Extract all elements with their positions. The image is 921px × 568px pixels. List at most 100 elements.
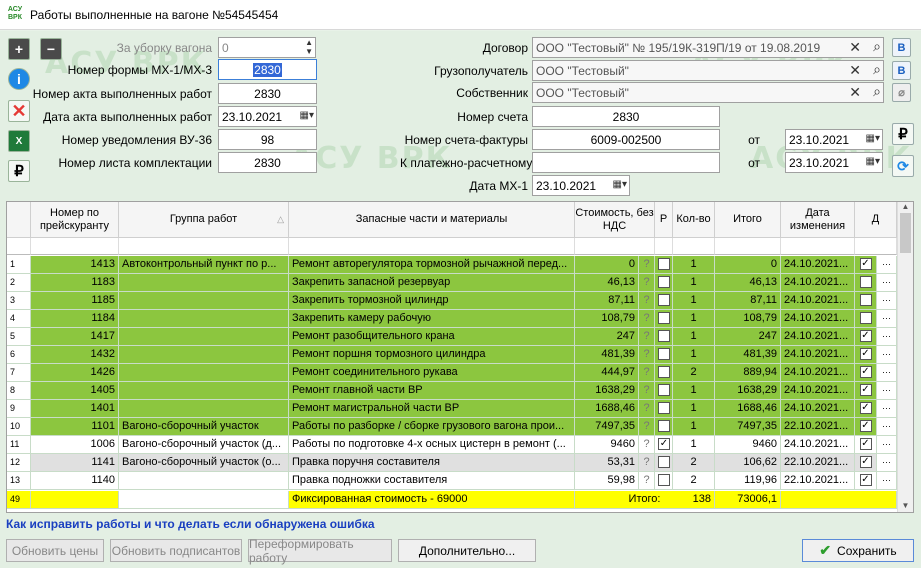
contract-input[interactable]: ООО "Тестовый" № 195/19К-319П/19 от 19.0… [532,37,884,58]
cell-date[interactable]: 24.10.2021... [781,292,855,310]
table-row[interactable]: 3 1185 Закрепить тормозной цилиндр 87,11 1 87… [7,292,897,310]
info-icon[interactable]: i [8,68,30,90]
d-checkbox[interactable] [855,274,877,292]
clear-icon[interactable]: ✕ [849,84,861,101]
add-icon[interactable]: + [8,38,30,60]
cell-date[interactable]: 22.10.2021... [781,472,855,490]
cell-total[interactable]: 46,13 [715,274,781,292]
cell-total[interactable]: 247 [715,328,781,346]
cell-group[interactable] [119,310,289,328]
act-date-input[interactable]: 23.10.2021 ▦▾ [218,106,317,127]
mx-form-input[interactable]: 2830 [218,59,317,80]
cell-date[interactable]: 24.10.2021... [781,274,855,292]
ruble-icon[interactable]: ₽ [8,160,30,182]
cell-part[interactable]: Работы по разборке / сборке грузового ва… [289,418,575,436]
col-date[interactable]: Дата изменения [781,202,855,238]
update-prices-button[interactable]: Обновить цены [6,539,104,562]
d-checkbox[interactable]: ✓ [855,400,877,418]
cell-part[interactable]: Правка подножки составителя [289,472,575,490]
table-row[interactable]: 11 1006 Вагоно-сборочный участок (д... Рабо… [7,436,897,454]
cell-part[interactable]: Ремонт авторегулятора тормозной рычажной… [289,256,575,274]
r-checkbox[interactable] [655,292,673,310]
clear-icon[interactable]: ✕ [849,62,861,79]
d-checkbox[interactable] [855,292,877,310]
cell-part[interactable]: Ремонт главной части ВР [289,382,575,400]
r-checkbox[interactable] [655,454,673,472]
cell-total[interactable]: 889,94 [715,364,781,382]
stepper-icon[interactable]: ▲ ▼ [305,38,313,56]
excel-icon[interactable]: X [8,130,30,152]
r-checkbox[interactable] [655,364,673,382]
d-checkbox[interactable]: ✓ [855,454,877,472]
table-row[interactable]: 10 1101 Вагоно-сборочный участок Работы по … [7,418,897,436]
cell-qty[interactable]: 1 [673,274,715,292]
cell-total[interactable]: 9460 [715,436,781,454]
cell-cost[interactable]: 481,39 [575,346,639,364]
table-row[interactable]: 5 1417 Ремонт разобщительного крана 247 1 247… [7,328,897,346]
r-checkbox[interactable] [655,256,673,274]
table-row[interactable]: 4 1184 Закрепить камеру рабочую 108,79 1 108,… [7,310,897,328]
table-row[interactable]: 7 1426 Ремонт соединительного рукава 444,97… [7,364,897,382]
invoice-input[interactable]: 2830 [532,106,720,127]
table-row[interactable]: 13 1140 Правка подножки составителя 59,98 2 1… [7,472,897,490]
cell-total[interactable]: 7497,35 [715,418,781,436]
cell-date[interactable]: 24.10.2021... [781,436,855,454]
ellipsis-icon[interactable]: ··· [877,454,897,472]
help-icon[interactable]: ? [639,328,655,346]
help-icon[interactable]: ? [639,310,655,328]
act-number-input[interactable]: 2830 [218,83,317,104]
cell-total[interactable]: 1638,29 [715,382,781,400]
update-signers-button[interactable]: Обновить подписантов [110,539,242,562]
table-row[interactable]: 12 1141 Вагоно-сборочный участок (о... Прав… [7,454,897,472]
help-icon[interactable]: ? [639,400,655,418]
cell-qty[interactable]: 1 [673,400,715,418]
calendar-icon[interactable]: ▦▾ [866,156,880,167]
cell-group[interactable] [119,346,289,364]
filter-cell[interactable] [781,238,855,255]
ruble-icon[interactable]: ₽ [892,123,914,145]
cell-part[interactable]: Закрепить камеру рабочую [289,310,575,328]
col-r[interactable]: Р [655,202,673,238]
cell-cost[interactable]: 1638,29 [575,382,639,400]
scroll-down-icon[interactable]: ▼ [898,501,913,510]
cell-qty[interactable]: 1 [673,418,715,436]
cell-qty[interactable]: 1 [673,382,715,400]
cell-part[interactable]: Ремонт поршня тормозного цилиндра [289,346,575,364]
cell-date[interactable]: 24.10.2021... [781,256,855,274]
cell-cost[interactable]: 9460 [575,436,639,454]
refresh-icon[interactable]: ⟳ [892,155,914,177]
filter-cell[interactable] [119,238,289,255]
ellipsis-icon[interactable]: ··· [877,364,897,382]
works-grid[interactable]: Номер по прейскуранту Группа работ △ Запа… [6,201,914,513]
cell-code[interactable]: 1413 [31,256,119,274]
cell-cost[interactable]: 7497,35 [575,418,639,436]
r-checkbox[interactable] [655,310,673,328]
ellipsis-icon[interactable]: ··· [877,292,897,310]
mx1-date-input[interactable]: 23.10.2021 ▦▾ [532,175,630,196]
cell-group[interactable] [119,364,289,382]
cell-date[interactable]: 24.10.2021... [781,310,855,328]
cell-total[interactable]: 0 [715,256,781,274]
cell-total[interactable]: 1688,46 [715,400,781,418]
col-code[interactable]: Номер по прейскуранту [31,202,119,238]
vk-icon[interactable]: B [892,38,911,57]
cell-cost[interactable]: 53,31 [575,454,639,472]
help-link[interactable]: Как исправить работы и что делать если о… [6,517,375,531]
search-icon[interactable]: ⌕ [873,38,881,55]
save-button[interactable]: ✔ Сохранить [802,539,914,562]
payment-input[interactable] [532,152,720,173]
table-row[interactable]: 9 1401 Ремонт магистральной части ВР 1688,4… [7,400,897,418]
cell-qty[interactable]: 1 [673,346,715,364]
table-row[interactable]: 6 1432 Ремонт поршня тормозного цилиндра 48… [7,346,897,364]
cell-part[interactable]: Ремонт разобщительного крана [289,328,575,346]
ellipsis-icon[interactable]: ··· [877,400,897,418]
d-checkbox[interactable]: ✓ [855,418,877,436]
col-total[interactable]: Итого [715,202,781,238]
cell-group[interactable] [119,292,289,310]
cell-date[interactable]: 24.10.2021... [781,382,855,400]
paperclip-icon[interactable]: ⌀ [892,83,911,102]
cell-date[interactable]: 24.10.2021... [781,328,855,346]
help-icon[interactable]: ? [639,436,655,454]
filter-cell[interactable] [31,238,119,255]
d-checkbox[interactable]: ✓ [855,328,877,346]
